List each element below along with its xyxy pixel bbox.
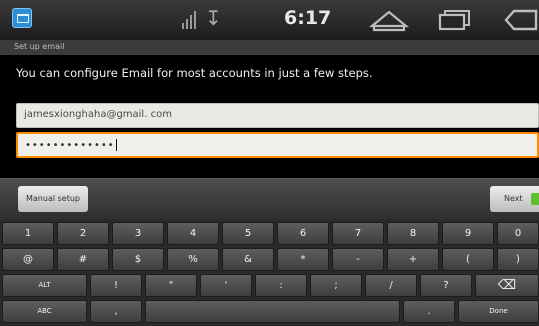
key-plus[interactable]: + (387, 248, 439, 271)
key-colon[interactable]: : (255, 274, 307, 297)
key-2[interactable]: 2 (57, 222, 109, 245)
key-percent[interactable]: % (167, 248, 219, 271)
email-field[interactable]: jamesxionghaha@gmail. com (16, 103, 539, 128)
key-exclamation[interactable]: ! (90, 274, 142, 297)
key-dollar[interactable]: $ (112, 248, 164, 271)
key-ampersand[interactable]: & (222, 248, 274, 271)
key-space[interactable] (145, 300, 400, 323)
key-1[interactable]: 1 (2, 222, 54, 245)
key-4[interactable]: 4 (167, 222, 219, 245)
key-slash[interactable]: / (365, 274, 417, 297)
recent-apps-icon[interactable] (436, 6, 474, 34)
usb-icon: ↧ (205, 6, 222, 30)
back-icon[interactable] (500, 6, 538, 34)
key-close-paren[interactable]: ) (497, 248, 539, 271)
key-comma[interactable]: , (90, 300, 142, 323)
instructions-text: You can configure Email for most account… (16, 66, 373, 80)
status-clock: 6:17 (284, 7, 332, 29)
next-arrow-icon (531, 193, 539, 205)
key-question[interactable]: ? (420, 274, 472, 297)
key-8[interactable]: 8 (387, 222, 439, 245)
key-9[interactable]: 9 (442, 222, 494, 245)
key-minus[interactable]: - (332, 248, 384, 271)
key-7[interactable]: 7 (332, 222, 384, 245)
signal-icon (182, 9, 202, 29)
key-alt[interactable]: ALT (2, 274, 87, 297)
email-app-icon (12, 8, 32, 28)
key-0[interactable]: 0 (497, 222, 539, 245)
key-open-paren[interactable]: ( (442, 248, 494, 271)
key-done[interactable]: Done (458, 300, 539, 323)
title-bar (0, 40, 539, 55)
key-backspace[interactable]: ⌫ (475, 274, 539, 297)
password-field[interactable]: ••••••••••••• (16, 132, 539, 158)
key-5[interactable]: 5 (222, 222, 274, 245)
key-at[interactable]: @ (2, 248, 54, 271)
key-asterisk[interactable]: * (277, 248, 329, 271)
key-3[interactable]: 3 (112, 222, 164, 245)
key-hash[interactable]: # (57, 248, 109, 271)
key-double-quote[interactable]: " (145, 274, 197, 297)
key-abc[interactable]: ABC (2, 300, 87, 323)
key-6[interactable]: 6 (277, 222, 329, 245)
key-single-quote[interactable]: ' (200, 274, 252, 297)
soft-keyboard: 1 2 3 4 5 6 7 8 9 0 @ # $ % & * - + ( ) … (0, 219, 539, 326)
key-period[interactable]: . (403, 300, 455, 323)
key-semicolon[interactable]: ; (310, 274, 362, 297)
screen-title: Set up email (14, 42, 65, 51)
manual-setup-button[interactable]: Manual setup (18, 186, 88, 212)
home-icon[interactable] (368, 6, 410, 34)
